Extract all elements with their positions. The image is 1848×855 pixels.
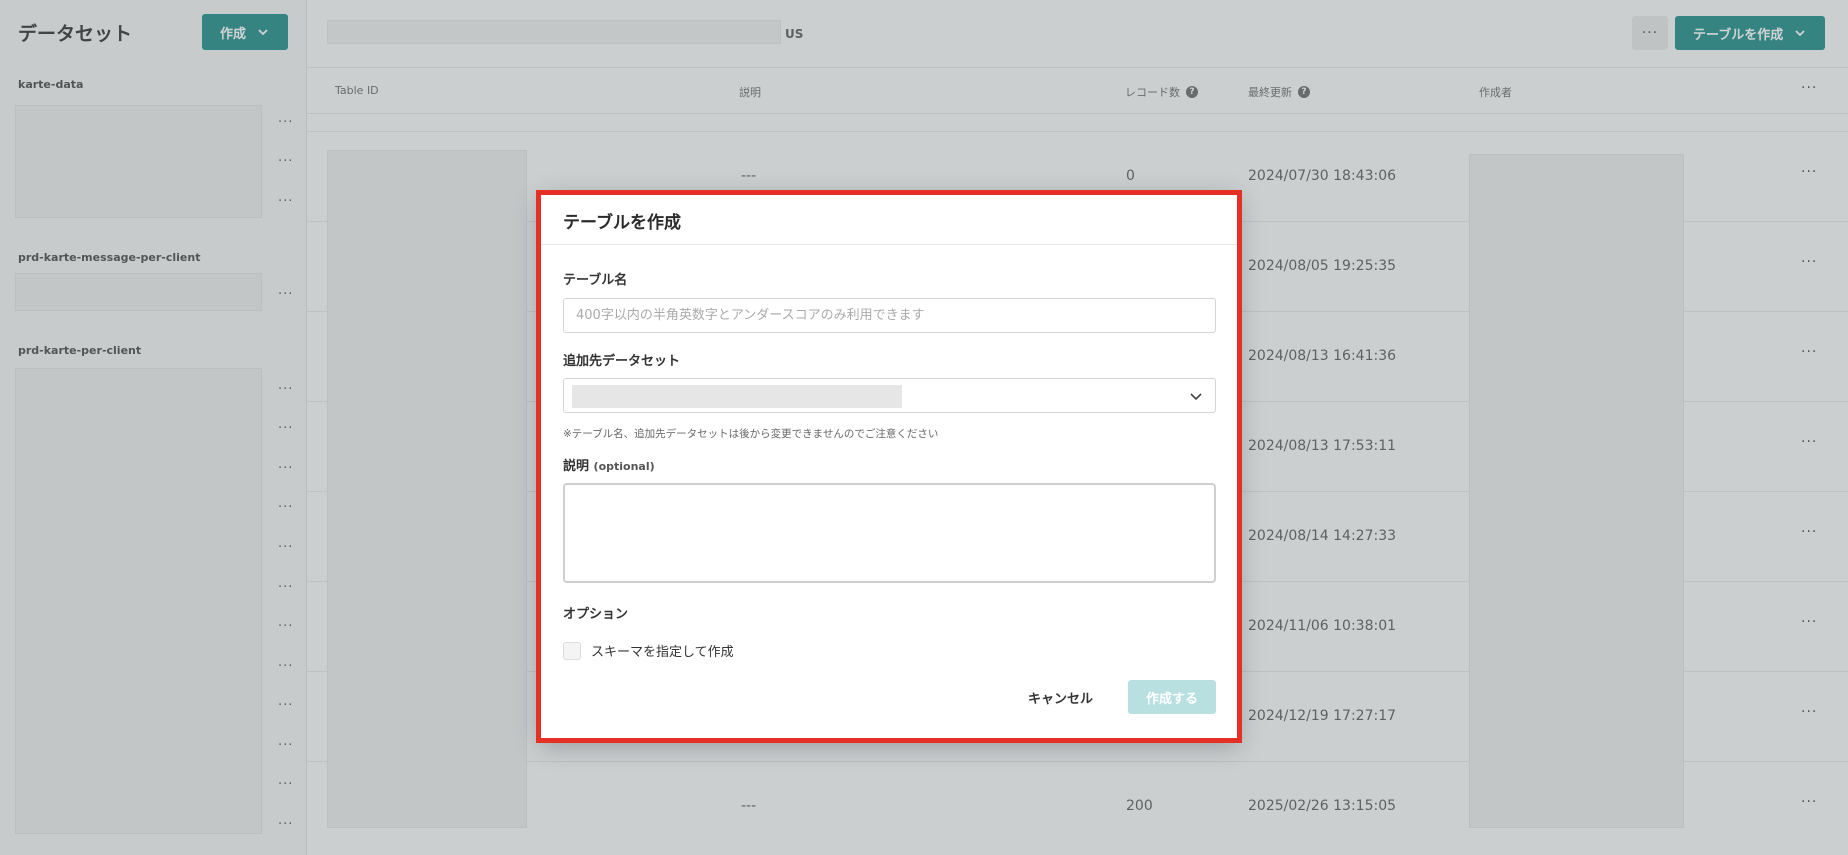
dataset-label: 追加先データセット	[563, 354, 681, 369]
description-label-text: 説明	[563, 459, 590, 474]
dataset-select-value	[572, 385, 902, 408]
optional-tag: (optional)	[593, 460, 655, 473]
create-table-dialog: テーブルを作成 テーブル名 追加先データセット ※テーブル名、追加先データセット…	[540, 192, 1238, 740]
create-submit-button[interactable]: 作成する	[1128, 680, 1216, 714]
chevron-down-icon	[1190, 393, 1202, 401]
schema-option[interactable]: スキーマを指定して作成	[563, 641, 734, 660]
schema-checkbox[interactable]	[563, 641, 581, 660]
table-name-label: テーブル名	[563, 273, 628, 288]
cancel-button[interactable]: キャンセル	[1016, 680, 1105, 714]
dialog-divider	[540, 244, 1238, 245]
description-textarea[interactable]	[563, 483, 1216, 583]
dialog-title: テーブルを作成	[563, 213, 681, 233]
schema-checkbox-label[interactable]: スキーマを指定して作成	[591, 641, 734, 660]
dataset-select[interactable]	[563, 378, 1216, 413]
dialog-note: ※テーブル名、追加先データセットは後から変更できませんのでご注意ください	[563, 428, 939, 440]
options-label: オプション	[563, 607, 629, 622]
table-name-input[interactable]	[563, 298, 1216, 333]
description-label: 説明 (optional)	[563, 455, 655, 474]
